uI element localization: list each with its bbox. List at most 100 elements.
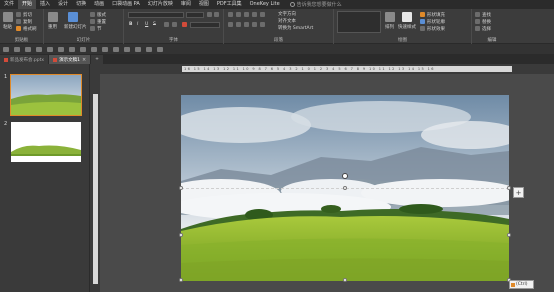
customize-toolbar-icon[interactable] xyxy=(157,46,163,52)
layout-options-button[interactable]: + xyxy=(513,187,524,198)
font-extra-field[interactable] xyxy=(190,22,220,28)
arrange-icon[interactable] xyxy=(385,12,395,22)
bold-button[interactable]: B xyxy=(129,22,132,27)
grow-font-icon[interactable] xyxy=(207,12,212,17)
group-clipboard: 粘贴 剪切 复制 格式刷 剪贴板 xyxy=(0,9,44,44)
font-color-icon[interactable] xyxy=(182,22,187,27)
resize-handle[interactable] xyxy=(507,233,511,237)
document-tabs: 新品发布会.pptx 演示文稿1 × + xyxy=(0,54,554,64)
menu-animations[interactable]: 动画 xyxy=(90,0,108,9)
save-icon[interactable] xyxy=(3,46,9,52)
align-icon[interactable] xyxy=(102,46,108,52)
send-backward-icon[interactable] xyxy=(135,46,141,52)
font-name-field[interactable] xyxy=(128,12,184,18)
menu-design[interactable]: 设计 xyxy=(54,0,72,9)
replace-button[interactable]: 替换 xyxy=(482,19,491,25)
menu-pdf-tools[interactable]: PDF工具集 xyxy=(213,0,246,9)
find-button[interactable]: 查找 xyxy=(482,12,491,18)
paste-button[interactable]: 粘贴 xyxy=(3,24,12,30)
character-spacing-icon[interactable] xyxy=(164,22,169,27)
text-direction-button[interactable]: 文字方向 xyxy=(278,11,296,17)
find-icon xyxy=(475,12,480,17)
shapes-icon[interactable] xyxy=(91,46,97,52)
copy-button[interactable]: 复制 xyxy=(23,19,32,25)
arrange-button[interactable]: 排列 xyxy=(385,24,394,30)
resize-handle[interactable] xyxy=(343,278,347,282)
menu-pocket-animation[interactable]: 口袋动画 PA xyxy=(108,0,144,9)
menu-onekey[interactable]: OneKey Lite xyxy=(246,0,284,9)
search-icon xyxy=(289,2,295,7)
start-slideshow-icon[interactable] xyxy=(36,46,42,52)
tell-me-search[interactable]: 告诉我您想要做什么 xyxy=(289,1,342,8)
tab-presentation-launch[interactable]: 新品发布会.pptx xyxy=(0,55,49,64)
columns-icon[interactable] xyxy=(260,22,265,27)
new-slide-button[interactable]: 新建幻灯片 xyxy=(64,24,87,30)
print-icon[interactable] xyxy=(69,46,75,52)
convert-smartart-button[interactable]: 转换为 SmartArt xyxy=(278,25,313,31)
menu-slideshow[interactable]: 幻灯片放映 xyxy=(144,0,177,9)
strikethrough-button[interactable]: S xyxy=(153,22,156,27)
change-case-icon[interactable] xyxy=(172,22,177,27)
italic-button[interactable]: I xyxy=(137,22,138,27)
resize-handle[interactable] xyxy=(179,186,183,190)
select-button[interactable]: 选择 xyxy=(482,26,491,32)
shape-outline-button[interactable]: 形状轮廓 xyxy=(427,19,445,25)
horizontal-ruler: 16 15 14 13 12 11 10 9 8 7 6 5 4 3 2 1 0… xyxy=(92,64,554,74)
tab-presentation-1[interactable]: 演示文稿1 × xyxy=(49,55,91,64)
quick-styles-button[interactable]: 快速样式 xyxy=(398,24,416,30)
undo-icon[interactable] xyxy=(14,46,20,52)
quick-styles-icon[interactable] xyxy=(402,12,412,22)
new-file-icon[interactable] xyxy=(47,46,53,52)
close-tab-icon[interactable]: × xyxy=(82,57,86,63)
menu-view[interactable]: 视图 xyxy=(195,0,213,9)
slide-thumbnail-2[interactable] xyxy=(11,122,81,162)
cut-button[interactable]: 剪切 xyxy=(23,12,32,18)
resize-handle[interactable] xyxy=(343,186,347,190)
shapes-gallery[interactable] xyxy=(337,11,381,33)
open-file-icon[interactable] xyxy=(58,46,64,52)
resize-handle[interactable] xyxy=(179,233,183,237)
shape-effects-button[interactable]: 形状效果 xyxy=(427,26,445,32)
menu-file[interactable]: 文件 xyxy=(0,0,18,9)
resize-handle[interactable] xyxy=(507,186,511,190)
distribute-icon[interactable] xyxy=(146,46,152,52)
reset-button[interactable]: 重置 xyxy=(97,19,106,25)
align-center-icon[interactable] xyxy=(236,22,241,27)
bullets-icon[interactable] xyxy=(228,12,233,17)
paste-options-button[interactable]: (Ctrl) xyxy=(509,280,534,289)
picture-icon[interactable] xyxy=(80,46,86,52)
increase-indent-icon[interactable] xyxy=(252,12,257,17)
shape-outline-icon xyxy=(420,19,425,24)
justify-icon[interactable] xyxy=(252,22,257,27)
shrink-font-icon[interactable] xyxy=(214,12,219,17)
new-tab-button[interactable]: + xyxy=(91,55,103,64)
align-right-icon[interactable] xyxy=(244,22,249,27)
search-placeholder: 告诉我您想要做什么 xyxy=(296,2,342,8)
layout-button[interactable]: 版式 xyxy=(97,12,106,18)
align-left-icon[interactable] xyxy=(228,22,233,27)
slide-thumbnail-1[interactable] xyxy=(10,74,82,116)
menu-transitions[interactable]: 切换 xyxy=(72,0,90,9)
numbering-icon[interactable] xyxy=(236,12,241,17)
line-spacing-icon[interactable] xyxy=(260,12,265,17)
redo-icon[interactable] xyxy=(25,46,31,52)
resize-handle[interactable] xyxy=(179,278,183,282)
underline-button[interactable]: U xyxy=(145,22,148,27)
section-button[interactable]: 节 xyxy=(97,26,102,32)
reuse-button[interactable]: 重用 xyxy=(48,24,57,30)
group-objects-icon[interactable] xyxy=(113,46,119,52)
reuse-slides-icon[interactable] xyxy=(48,12,58,22)
new-slide-icon[interactable] xyxy=(68,12,78,22)
rotate-handle-icon[interactable] xyxy=(342,173,348,179)
bring-forward-icon[interactable] xyxy=(124,46,130,52)
menu-home[interactable]: 开始 xyxy=(18,0,37,9)
decrease-indent-icon[interactable] xyxy=(244,12,249,17)
paste-icon[interactable] xyxy=(3,12,13,22)
format-painter-button[interactable]: 格式刷 xyxy=(23,26,37,32)
shape-fill-button[interactable]: 形状填充 xyxy=(427,12,445,18)
align-text-button[interactable]: 对齐文本 xyxy=(278,18,296,24)
menu-insert[interactable]: 插入 xyxy=(36,0,54,9)
menu-review[interactable]: 审阅 xyxy=(177,0,195,9)
shape-effects-icon xyxy=(420,26,425,31)
font-size-field[interactable] xyxy=(186,12,204,18)
